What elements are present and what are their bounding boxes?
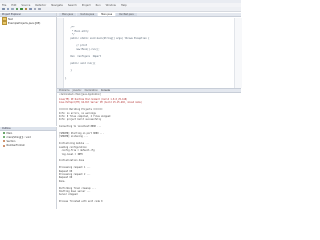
line-number-ruler <box>57 18 64 88</box>
editor-tab-bar: Main.java module.java Main.java RunTest.… <box>57 12 241 17</box>
editor-tab-main-active[interactable]: Main.java <box>98 12 116 16</box>
tree-item-example-projects[interactable]: ExampleProjects-Java (JRE) <box>0 20 56 26</box>
outline-item-label: Main <box>6 131 13 135</box>
print-icon[interactable] <box>11 7 14 11</box>
tab-problems[interactable]: Problems <box>59 89 70 92</box>
outline-item-label: Section <box>6 139 16 143</box>
overview-ruler[interactable] <box>234 18 242 88</box>
search-icon[interactable] <box>29 7 32 11</box>
editor-tab-main[interactable]: Main.java <box>59 12 77 16</box>
outline-title: Outline <box>2 127 11 130</box>
code-editor: Main.java module.java Main.java RunTest.… <box>57 12 241 88</box>
project-explorer-title: Project Explorer <box>2 13 21 16</box>
code-line: } <box>65 76 67 80</box>
code-area[interactable]: /** * Main entry */ public static void m… <box>65 19 235 80</box>
toolbar <box>0 7 241 12</box>
tree-item-label: ExampleProjects-Java (JRE) <box>8 21 41 25</box>
outline-item-label: NumberFormat <box>6 144 25 148</box>
editor-tab-runtest[interactable]: RunTest.java <box>116 12 137 16</box>
console-output[interactable]: Java(TM) SE Runtime Environment (build 1… <box>59 98 237 204</box>
field-icon <box>3 140 5 143</box>
tab-declaration[interactable]: Declaration <box>85 89 98 92</box>
folder-icon <box>2 20 7 26</box>
console-panel: Problems Javadoc Declaration Console <te… <box>57 88 241 210</box>
tree-item-label: Test <box>8 17 13 21</box>
outline-item-numberformat[interactable]: NumberFormat <box>0 144 56 148</box>
editor-tab-module[interactable]: module.java <box>77 12 98 16</box>
field-icon <box>3 144 5 147</box>
tab-console[interactable]: Console <box>101 89 110 92</box>
outline-panel: Outline Main main(String[]) : void Secti… <box>0 127 57 209</box>
tab-javadoc[interactable]: Javadoc <box>73 89 82 92</box>
package-icon[interactable] <box>24 7 27 11</box>
save-icon[interactable] <box>6 7 9 11</box>
nav-back-icon[interactable] <box>33 7 36 11</box>
debug-icon[interactable] <box>15 7 18 11</box>
nav-forward-icon[interactable] <box>38 7 41 11</box>
run-icon[interactable] <box>20 7 23 11</box>
console-line: Process finished with exit code 0 <box>59 200 103 204</box>
project-explorer-panel: Project Explorer Test ExampleProjects-Ja… <box>0 13 57 126</box>
class-icon <box>3 132 5 135</box>
outline-item-label: main(String[]) : void <box>6 135 31 139</box>
method-icon <box>3 136 5 139</box>
console-title: <terminated> Main [Java Application] <box>59 93 101 97</box>
new-file-icon[interactable] <box>2 7 5 11</box>
